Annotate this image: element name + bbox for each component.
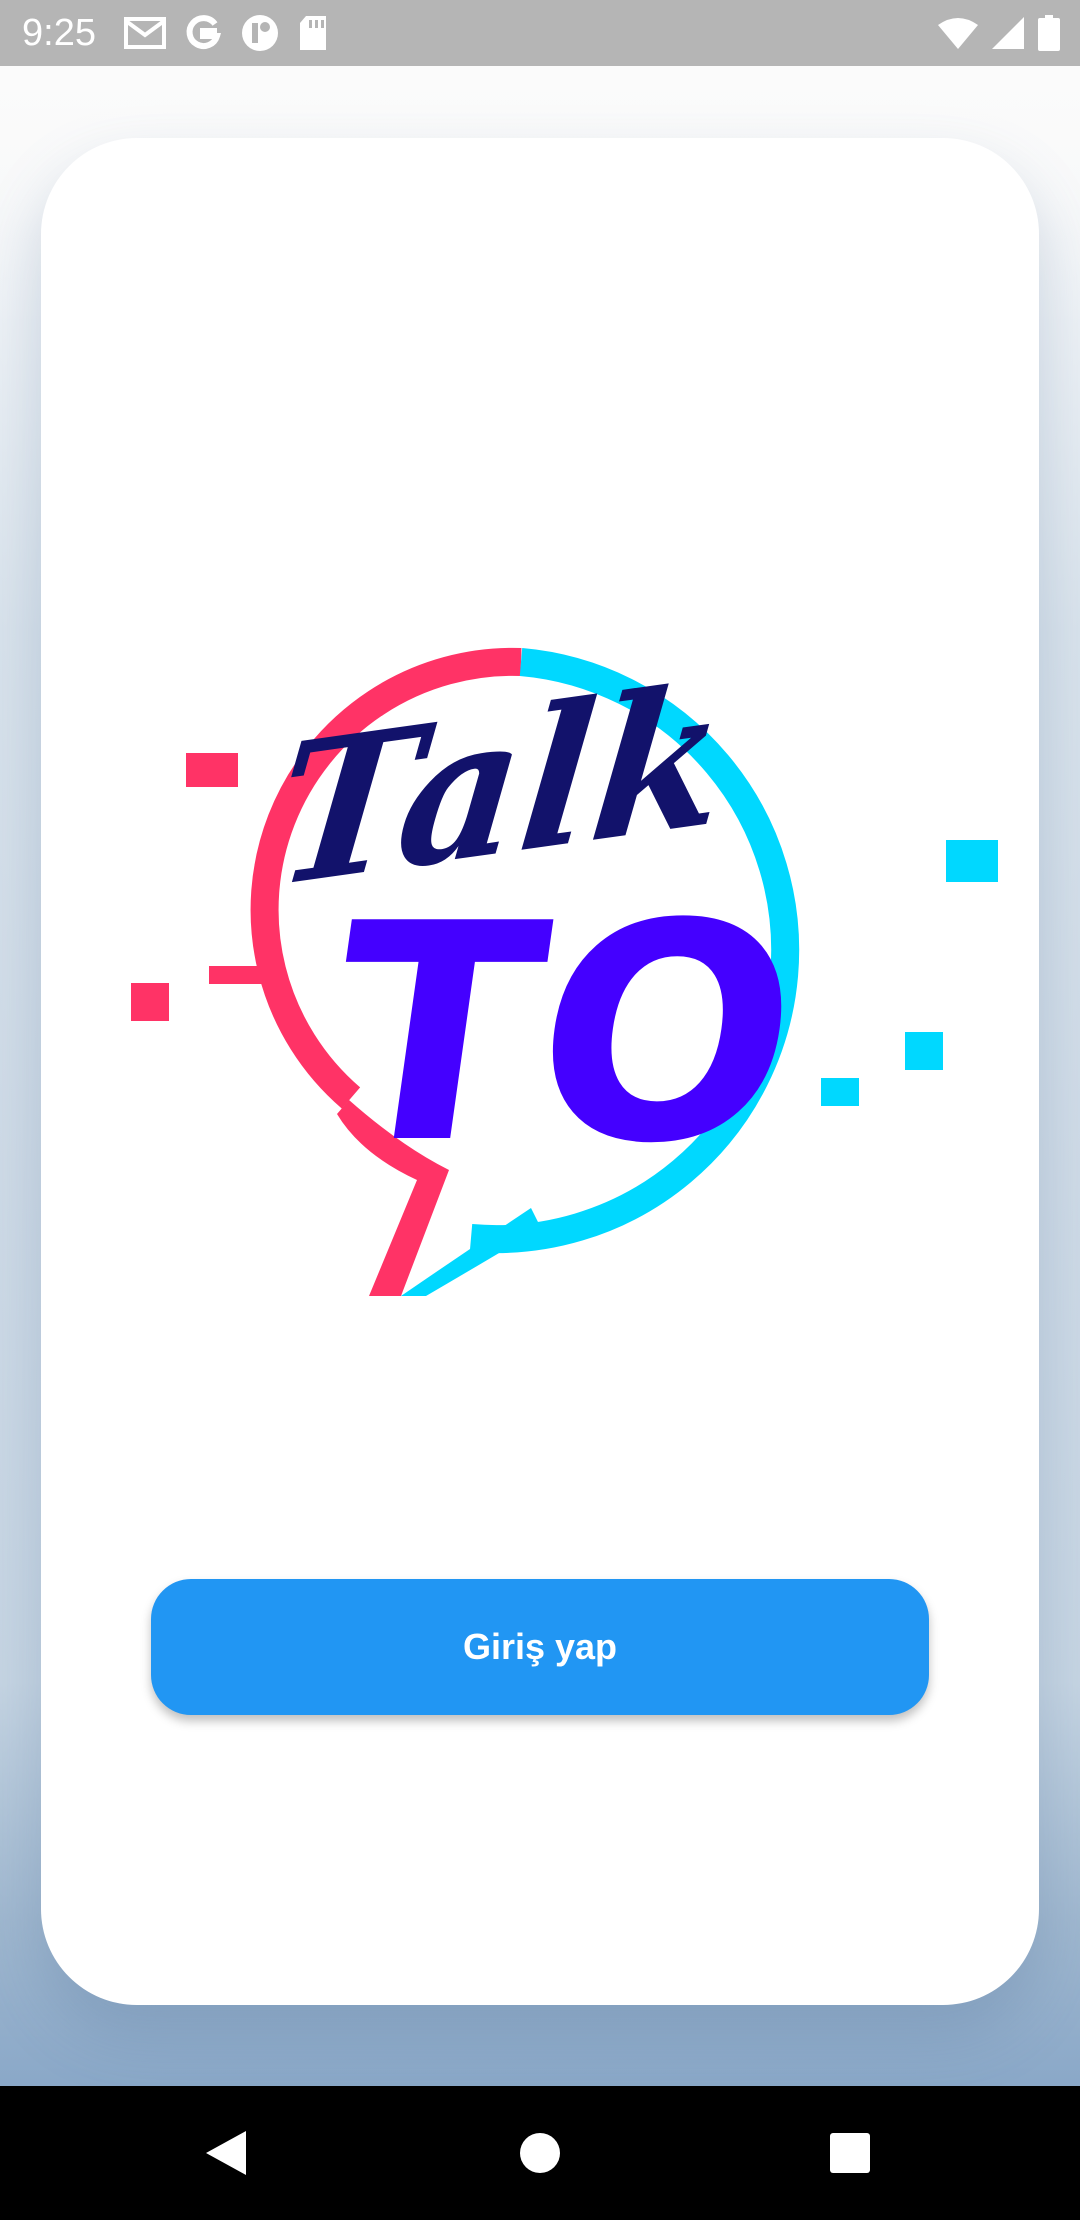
glitch-square: [821, 1078, 859, 1106]
cell-signal-icon: [992, 17, 1024, 49]
app-background: Talk TO Giriş yap: [0, 66, 1080, 2086]
glitch-square: [131, 983, 169, 1021]
logo-to-text: TO: [310, 860, 819, 1209]
home-icon: [520, 2133, 560, 2173]
status-time: 9:25: [22, 12, 96, 54]
status-bar: 9:25: [0, 0, 1080, 66]
status-system-icons: [938, 12, 1060, 54]
glitch-square: [209, 966, 269, 984]
home-button[interactable]: [480, 2086, 600, 2220]
status-notification-icons: [124, 12, 328, 54]
back-button[interactable]: [166, 2086, 286, 2220]
sd-card-icon: [300, 16, 326, 50]
back-icon: [206, 2131, 246, 2175]
glitch-square: [946, 840, 998, 882]
recents-icon: [830, 2133, 870, 2173]
glitch-square: [905, 1032, 943, 1070]
battery-icon: [1038, 15, 1060, 51]
login-button[interactable]: Giriş yap: [151, 1579, 929, 1715]
gmail-icon: [124, 17, 166, 49]
login-card: Talk TO Giriş yap: [41, 138, 1039, 2005]
app-notification-icon: [242, 15, 278, 51]
talkto-logo: Talk TO: [131, 640, 998, 1296]
google-icon: [186, 15, 222, 50]
recents-button[interactable]: [790, 2086, 910, 2220]
wifi-icon: [938, 18, 978, 49]
login-button-label: Giriş yap: [462, 1626, 618, 1667]
glitch-square: [186, 753, 238, 787]
navigation-bar: [0, 2086, 1080, 2220]
